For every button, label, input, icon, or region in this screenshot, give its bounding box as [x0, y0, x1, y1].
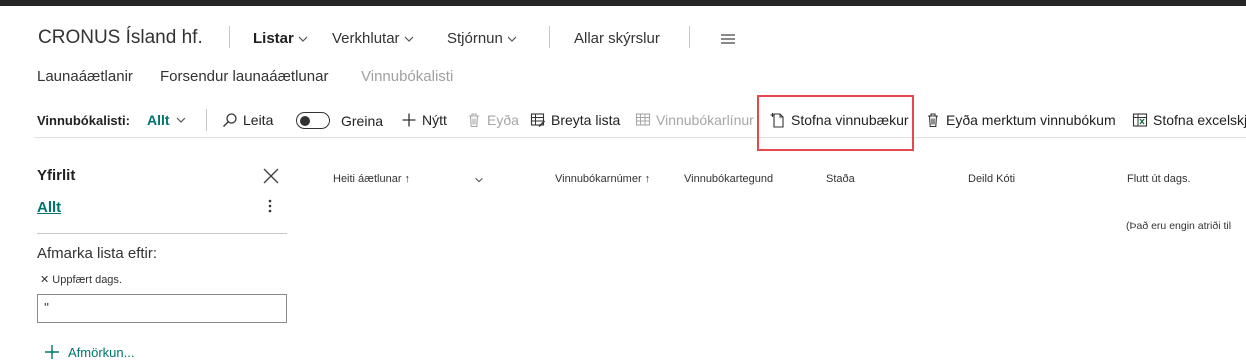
chevron-down-icon [404, 36, 413, 42]
plus-icon [45, 345, 59, 359]
view-value: Allt [147, 112, 170, 128]
journal-lines-label: Vinnubókarlínur [656, 112, 754, 128]
action-bar-divider [34, 137, 1246, 138]
nav-label: Verkhlutar [332, 30, 400, 47]
column-header-deild[interactable]: Deild Kóti [968, 173, 1015, 185]
header-divider [229, 26, 230, 48]
column-header-flutt-ut[interactable]: Flutt út dags. [1127, 173, 1191, 185]
create-excel-label: Stofna excelskjö [1153, 112, 1246, 128]
filter-chip-label: Uppfært dags. [52, 274, 122, 286]
column-header-heiti[interactable]: Heiti áætlunar ↑ [333, 173, 410, 185]
delete-button[interactable]: Eyða [466, 112, 519, 128]
nav-stjornun[interactable]: Stjórnun [447, 30, 518, 47]
filter-all-link[interactable]: Allt [37, 199, 61, 216]
sort-ascending-icon: ↑ [404, 173, 411, 185]
filter-chip[interactable]: ✕ Uppfært dags. [40, 273, 122, 286]
plus-icon [402, 113, 416, 127]
chevron-down-icon [298, 36, 308, 42]
empty-list-message: (Það eru engin atriði til [1126, 220, 1232, 232]
new-button[interactable]: Nýtt [401, 112, 447, 128]
delete-marked-button[interactable]: Eyða merktum vinnubókum [925, 112, 1116, 128]
toggle-switch[interactable] [296, 112, 330, 129]
nav-all-reports[interactable]: Allar skýrslur [574, 30, 660, 47]
highlight-box [757, 95, 914, 151]
edit-list-icon [530, 113, 546, 128]
column-header-vinnubokartegund[interactable]: Vinnubókartegund [684, 173, 773, 185]
grid-icon [635, 113, 651, 126]
nav-label: Stjórnun [447, 30, 503, 47]
subnav-vinnubokalisti[interactable]: Vinnubókalisti [361, 68, 453, 85]
add-filter-button[interactable]: Afmörkun... [44, 344, 134, 360]
nav-listar[interactable]: Listar [253, 30, 309, 47]
close-icon[interactable] [262, 167, 280, 185]
add-filter-label: Afmörkun... [68, 344, 135, 360]
action-divider [206, 109, 207, 131]
search-button[interactable]: Leita [222, 112, 273, 128]
new-label: Nýtt [422, 112, 447, 128]
filter-by-label: Afmarka lista eftir: [37, 245, 158, 262]
more-options-icon[interactable] [268, 198, 272, 214]
filter-pane-title: Yfirlit [37, 167, 76, 184]
chevron-down-icon [176, 117, 185, 123]
search-label: Leita [243, 112, 274, 128]
journal-lines-button[interactable]: Vinnubókarlínur [635, 112, 754, 128]
header-divider [689, 26, 690, 48]
filter-pane-divider [37, 233, 287, 234]
company-name[interactable]: CRONUS Ísland hf. [38, 27, 203, 49]
delete-marked-label: Eyða merktum vinnubókum [946, 112, 1116, 128]
nav-label: Listar [253, 30, 294, 47]
app-header: CRONUS Ísland hf. Listar Verkhlutar Stjó… [0, 6, 1246, 58]
view-label: Vinnubókalisti: [37, 113, 130, 128]
create-excel-button[interactable]: Stofna excelskjö [1132, 112, 1246, 128]
analyze-toggle[interactable]: Greina [296, 112, 383, 129]
view-selector[interactable]: Allt [147, 112, 187, 128]
chevron-down-icon [507, 36, 517, 42]
column-label: Heiti áætlunar [333, 173, 402, 185]
remove-filter-icon[interactable]: ✕ [40, 274, 49, 286]
hamburger-icon[interactable] [720, 33, 736, 45]
header-divider [549, 26, 550, 48]
edit-list-label: Breyta lista [551, 112, 621, 128]
column-header-vinnubokarnumer[interactable]: Vinnubókarnúmer ↑ [555, 173, 650, 185]
column-label: Vinnubókarnúmer [555, 173, 642, 185]
analyze-label: Greina [341, 112, 384, 129]
edit-list-button[interactable]: Breyta lista [530, 112, 620, 128]
delete-label: Eyða [487, 112, 519, 128]
action-bar: Vinnubókalisti: Allt Leita Greina Nýtt E… [0, 102, 1246, 138]
trash-icon [928, 113, 938, 128]
nav-verkhlutar[interactable]: Verkhlutar [332, 30, 415, 47]
sort-ascending-icon: ↑ [644, 173, 651, 185]
column-header-stada[interactable]: Staða [826, 173, 855, 185]
excel-icon [1132, 113, 1148, 127]
subnav-launaaaetlanir[interactable]: Launaáætlanir [37, 68, 133, 85]
filter-value-field[interactable]: '' [37, 294, 287, 323]
subnav-forsendur[interactable]: Forsendur launaáætlunar [160, 68, 328, 85]
trash-icon [469, 113, 479, 128]
chevron-down-icon[interactable] [474, 175, 484, 185]
search-icon [223, 113, 237, 127]
